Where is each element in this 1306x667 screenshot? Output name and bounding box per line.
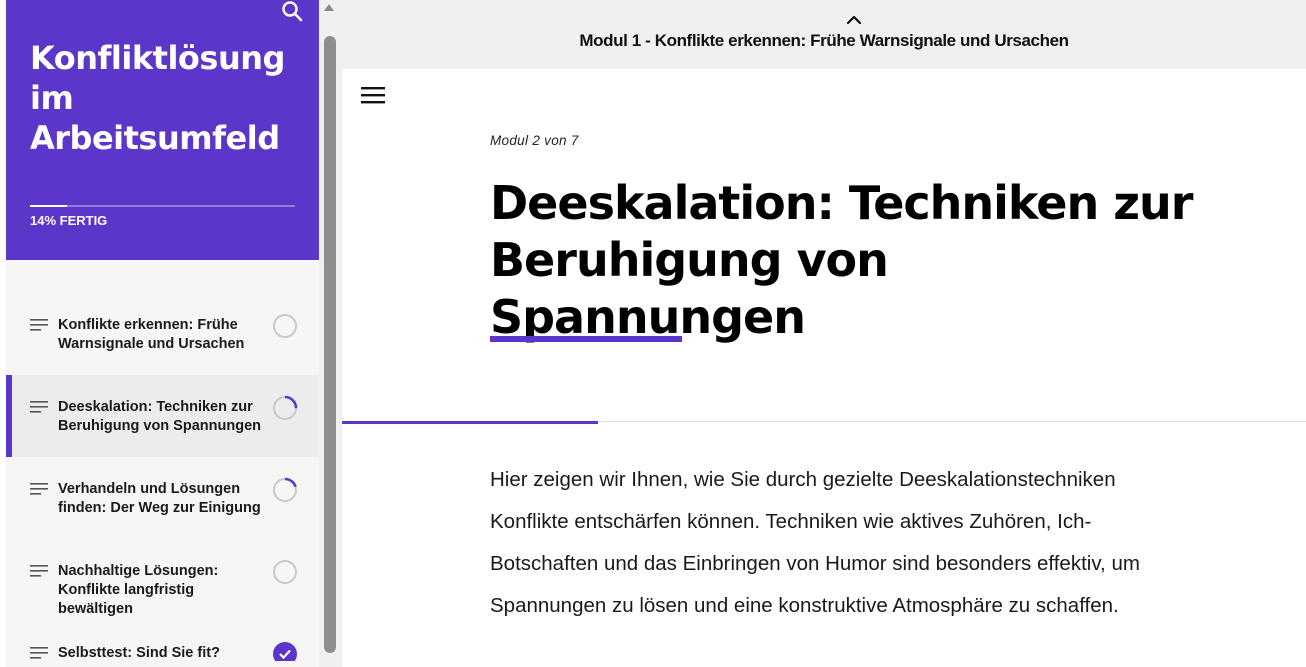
course-title: Konfliktlösung im Arbeitsumfeld bbox=[30, 39, 285, 157]
sidebar-scrollbar[interactable] bbox=[319, 0, 342, 667]
sidebar: Konfliktlösung im Arbeitsumfeld 14% FERT… bbox=[0, 0, 342, 667]
previous-module-label: Modul 1 - Konflikte erkennen: Frühe Warn… bbox=[579, 31, 1069, 50]
lesson-title: Deeskalation: Techniken zur Beruhigung v… bbox=[58, 399, 261, 434]
course-progress-label: 14% FERTIG bbox=[30, 213, 108, 228]
course-progress-bar bbox=[30, 205, 295, 207]
lesson-lines-icon bbox=[30, 565, 48, 577]
previous-module-link[interactable]: Modul 1 - Konflikte erkennen: Frühe Warn… bbox=[342, 0, 1306, 69]
scroll-up-arrow-icon[interactable] bbox=[324, 4, 334, 11]
progress-ring-icon bbox=[272, 395, 298, 421]
course-progress-fill bbox=[30, 205, 68, 207]
lesson-title: Selbsttest: Sind Sie fit? bbox=[58, 645, 220, 661]
heading-accent-rule bbox=[490, 336, 682, 342]
lesson-lines-icon bbox=[30, 401, 48, 413]
lesson-title: Konflikte erkennen: Frühe Warnsignale un… bbox=[58, 317, 245, 352]
module-count: Modul 2 von 7 bbox=[490, 133, 579, 148]
lesson-item-3[interactable]: Verhandeln und Lösungen finden: Der Weg … bbox=[6, 457, 319, 539]
hamburger-menu-icon[interactable] bbox=[361, 85, 385, 105]
page-title: Deeskalation: Techniken zur Beruhigung v… bbox=[490, 176, 1193, 344]
lesson-item-4[interactable]: Nachhaltige Lösungen: Konflikte langfris… bbox=[6, 539, 319, 621]
lesson-title: Nachhaltige Lösungen: Konflikte langfris… bbox=[58, 563, 219, 617]
search-icon[interactable] bbox=[281, 0, 303, 22]
lesson-item-1[interactable]: Konflikte erkennen: Frühe Warnsignale un… bbox=[6, 293, 319, 375]
lesson-lines-icon bbox=[30, 319, 48, 331]
chevron-up-icon bbox=[846, 15, 862, 25]
course-header: Konfliktlösung im Arbeitsumfeld 14% FERT… bbox=[6, 0, 319, 260]
lesson-list: Konflikte erkennen: Frühe Warnsignale un… bbox=[6, 293, 319, 661]
lesson-lines-icon bbox=[30, 647, 48, 659]
lesson-progress-indicator bbox=[342, 421, 598, 424]
lesson-item-5[interactable]: Selbsttest: Sind Sie fit? bbox=[6, 621, 319, 661]
progress-ring-icon bbox=[272, 477, 298, 503]
scroll-thumb[interactable] bbox=[324, 36, 336, 653]
lesson-lines-icon bbox=[30, 483, 48, 495]
lesson-title: Verhandeln und Lösungen finden: Der Weg … bbox=[58, 481, 261, 516]
progress-ring-icon bbox=[273, 560, 297, 584]
lesson-body-text: Hier zeigen wir Ihnen, wie Sie durch gez… bbox=[490, 468, 1140, 617]
lesson-item-2[interactable]: Deeskalation: Techniken zur Beruhigung v… bbox=[6, 375, 319, 457]
progress-ring-icon bbox=[273, 314, 297, 338]
progress-ring-icon bbox=[273, 642, 297, 661]
